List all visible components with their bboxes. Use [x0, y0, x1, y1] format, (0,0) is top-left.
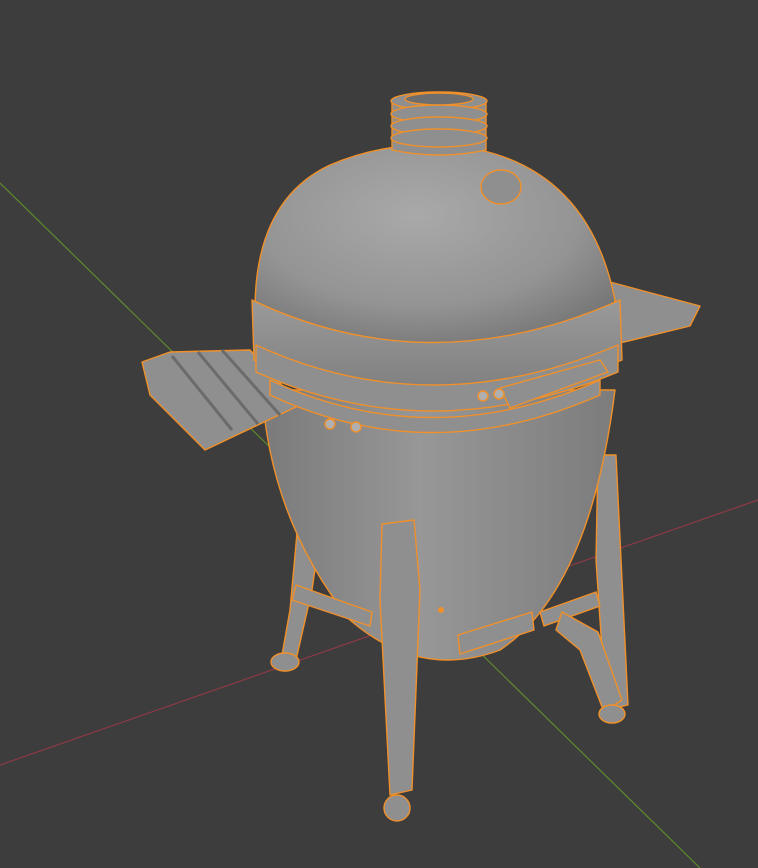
grill-chimney-opening — [404, 92, 474, 106]
grill-bolt — [477, 390, 489, 402]
3d-viewport[interactable] — [0, 0, 758, 868]
grill-caster-left — [270, 652, 300, 672]
grill-caster-front — [383, 794, 411, 822]
grill-bolt — [350, 421, 362, 433]
grill-bolt — [324, 418, 336, 430]
viewport-scene[interactable] — [0, 0, 758, 868]
grill-side-shelf-right — [609, 281, 701, 346]
grill-object[interactable] — [141, 91, 701, 822]
grill-dome — [254, 144, 616, 346]
grill-bolt — [493, 388, 505, 400]
object-origin-marker — [438, 607, 444, 613]
grill-caster-right — [598, 704, 626, 724]
grill-leg-front-center — [379, 519, 421, 796]
grill-thermometer — [480, 169, 522, 205]
